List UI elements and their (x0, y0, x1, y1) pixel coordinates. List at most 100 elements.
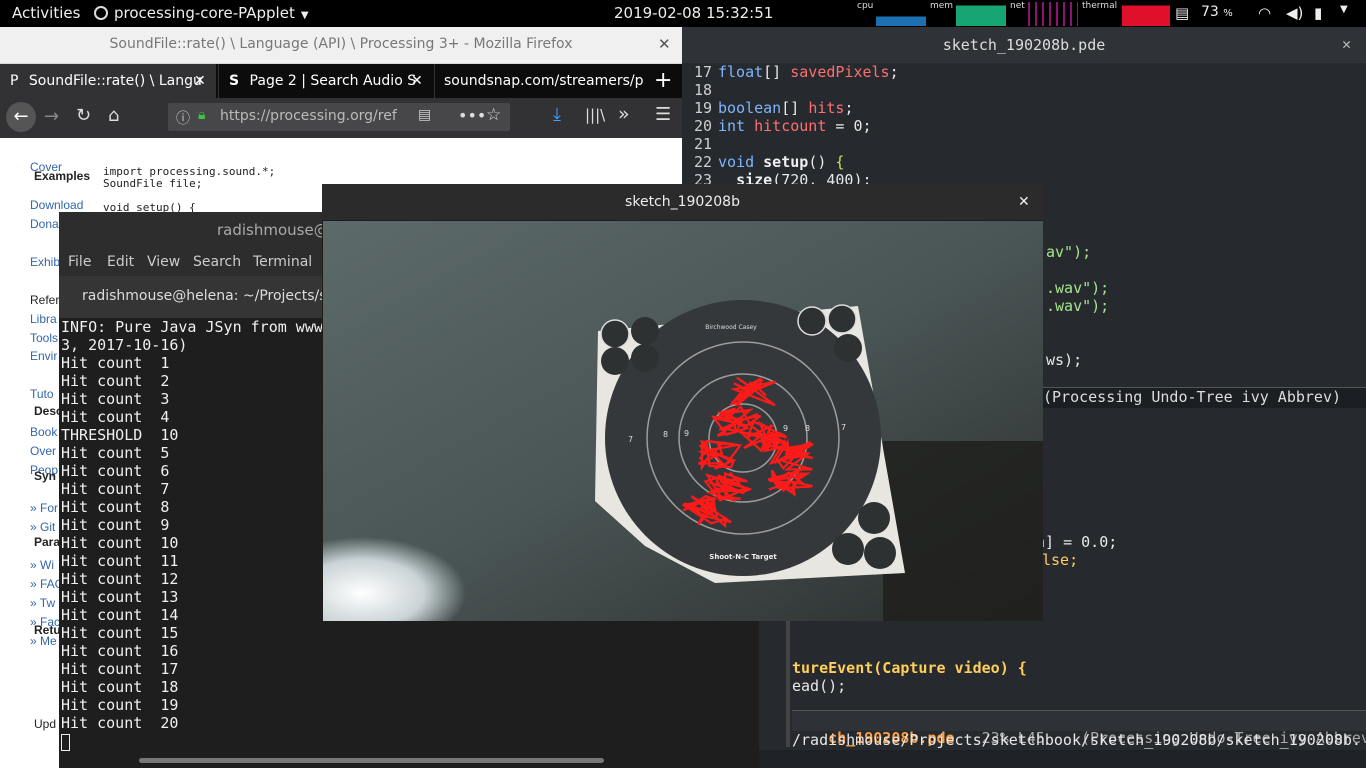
sidebar-link[interactable]: Libra (30, 312, 57, 326)
ring-number: 7 (628, 435, 633, 444)
minibuffer[interactable]: pde (682, 750, 1366, 768)
mem-graph (956, 2, 1006, 26)
sketch-window: sketch_190208b ✕ Birchwood Casey Shoot-N… (322, 184, 1043, 621)
tab-search-audio[interactable]: S Page 2 | Search Audio S ✕ (218, 64, 433, 98)
code-text: int hitcount = 0; (718, 117, 872, 135)
sidebar-link[interactable]: » For (30, 501, 58, 515)
sidebar-link[interactable]: » Me (30, 634, 57, 648)
back-arrow-icon[interactable]: ← (6, 102, 36, 132)
sketch-titlebar: sketch_190208b ✕ (322, 184, 1043, 220)
tab-favicon: P (10, 73, 19, 89)
tab-label: soundsnap.com/streamers/p (444, 73, 644, 89)
sidebar-link[interactable]: Envir (30, 349, 57, 363)
scrollbar[interactable] (786, 607, 790, 747)
corner-dot (631, 317, 659, 345)
battery-icon[interactable]: ▮ (1314, 4, 1322, 22)
battery-value: 73 (1201, 4, 1219, 20)
menu-edit[interactable]: Edit (107, 254, 134, 270)
top-window-modeline: (Processing Undo-Tree ivy Abbrev) (1043, 387, 1366, 408)
line-number: 20 (693, 117, 712, 135)
page-actions-icon[interactable]: ••• (458, 106, 486, 125)
terminal-line: Hit count 20 (61, 714, 179, 732)
activities-button[interactable]: Activities (12, 4, 80, 22)
thermal-label: thermal (1082, 1, 1118, 11)
terminal-line: Hit count 19 (61, 696, 179, 714)
bottom-window-modeline: ch_190208b.pde 23% L45 (Processing Undo-… (792, 710, 1366, 747)
sidebar-link[interactable]: Dona (30, 217, 59, 231)
corner-dot (797, 306, 827, 336)
corner-dot (600, 319, 630, 349)
clipboard-icon[interactable]: ▤ (1175, 4, 1189, 22)
wifi-icon[interactable]: ◠ (1258, 4, 1271, 22)
line-number: 22 (693, 153, 712, 171)
new-tab-plus-icon[interactable]: + (654, 64, 682, 98)
corner-dot (601, 347, 629, 375)
sidebar-link[interactable]: Refer (30, 293, 59, 307)
terminal-line: Hit count 16 (61, 642, 179, 660)
sidebar-link[interactable]: » Git (30, 520, 55, 534)
code-fragment: .wav"); (1046, 279, 1110, 297)
line-number: 17 (693, 63, 712, 81)
download-icon[interactable]: ⤓ (553, 104, 561, 125)
minibuffer-path: /radishmouse/Projects/sketchbook/sketch_… (792, 731, 1361, 749)
editor-window-title: sketch_190208b.pde (942, 36, 1106, 54)
sidebar-link[interactable]: Download (30, 198, 83, 212)
camera-feed[interactable]: Birchwood Casey Shoot-N-C Target 7 8 9 9… (323, 221, 1043, 621)
sidebar-link[interactable]: » Wi (30, 558, 54, 572)
ring-number: 7 (841, 423, 846, 432)
app-icon (94, 6, 108, 20)
code-fragment: ws); (1046, 351, 1083, 369)
corner-dot (858, 502, 890, 534)
menu-view[interactable]: View (147, 254, 180, 270)
tab-strip: P SoundFile::rate() \ Langu ✕ S Page 2 |… (0, 64, 682, 98)
reader-view-icon[interactable]: ▤ (418, 107, 431, 123)
thermal-graph (1122, 2, 1170, 26)
editor-titlebar: sketch_190208b.pde ✕ (682, 27, 1366, 63)
syntax-heading: Syn (34, 469, 57, 483)
line-number: 18 (693, 81, 712, 99)
volume-icon[interactable]: ◀) (1286, 4, 1303, 22)
library-icon[interactable]: |||\ (585, 106, 605, 124)
updated-label: Upd (34, 717, 57, 731)
url-text: https://processing.org/ref (220, 108, 397, 124)
line-number: 21 (693, 135, 712, 153)
overflow-chevrons-icon[interactable]: » (618, 103, 630, 125)
terminal-tab-label: radishmouse@helena: ~/Projects/sk (82, 288, 335, 304)
system-menu-chevron-icon[interactable]: ▼ (1340, 4, 1348, 15)
sidebar-link[interactable]: Tuto (30, 387, 54, 401)
sidebar-link[interactable]: Exhib (30, 255, 60, 269)
menu-terminal[interactable]: Terminal (253, 254, 312, 270)
tab-soundfile-rate[interactable]: P SoundFile::rate() \ Langu ✕ (0, 64, 216, 98)
close-icon[interactable]: ✕ (1342, 35, 1351, 53)
tab-close-icon[interactable]: ✕ (194, 64, 206, 98)
code-line: SoundFile file; (103, 177, 203, 190)
code-fragment: av"); (1046, 243, 1092, 261)
forward-arrow-icon[interactable]: → (44, 106, 59, 127)
tab-soundsnap[interactable]: soundsnap.com/streamers/p (434, 64, 651, 98)
close-icon[interactable]: ✕ (1018, 184, 1030, 220)
info-icon[interactable]: ⓘ (176, 108, 190, 128)
lock-icon: 🔒︎ (198, 107, 206, 123)
net-graph (1028, 2, 1078, 26)
clock[interactable]: 2019-02-08 15:32:51 (614, 4, 773, 22)
menu-search[interactable]: Search (193, 254, 241, 270)
tab-close-icon[interactable]: ✕ (411, 64, 423, 98)
reload-icon[interactable]: ↻ (76, 105, 91, 126)
horizontal-scrollbar[interactable] (139, 758, 604, 763)
close-icon[interactable]: ✕ (658, 35, 671, 53)
home-icon[interactable]: ⌂ (108, 105, 119, 126)
menu-file[interactable]: File (68, 254, 91, 270)
code-fragment: lse; (1042, 551, 1079, 569)
bookmark-star-icon[interactable]: ☆ (486, 105, 501, 125)
corner-dot (631, 344, 659, 372)
app-menu[interactable]: processing-core-PApplet ▼ (94, 4, 309, 22)
sidebar-link[interactable]: Over (30, 444, 56, 458)
sidebar-link[interactable]: » Tw (30, 596, 55, 610)
cpu-graph (876, 2, 926, 26)
hamburger-menu-icon[interactable]: ☰ (655, 104, 671, 125)
sidebar-link[interactable]: Book (30, 425, 57, 439)
ring-number: 8 (805, 424, 810, 433)
battery-unit: % (1223, 8, 1233, 19)
sidebar-link[interactable]: Tools (30, 331, 58, 345)
code-fragment: .wav"); (1046, 297, 1110, 315)
